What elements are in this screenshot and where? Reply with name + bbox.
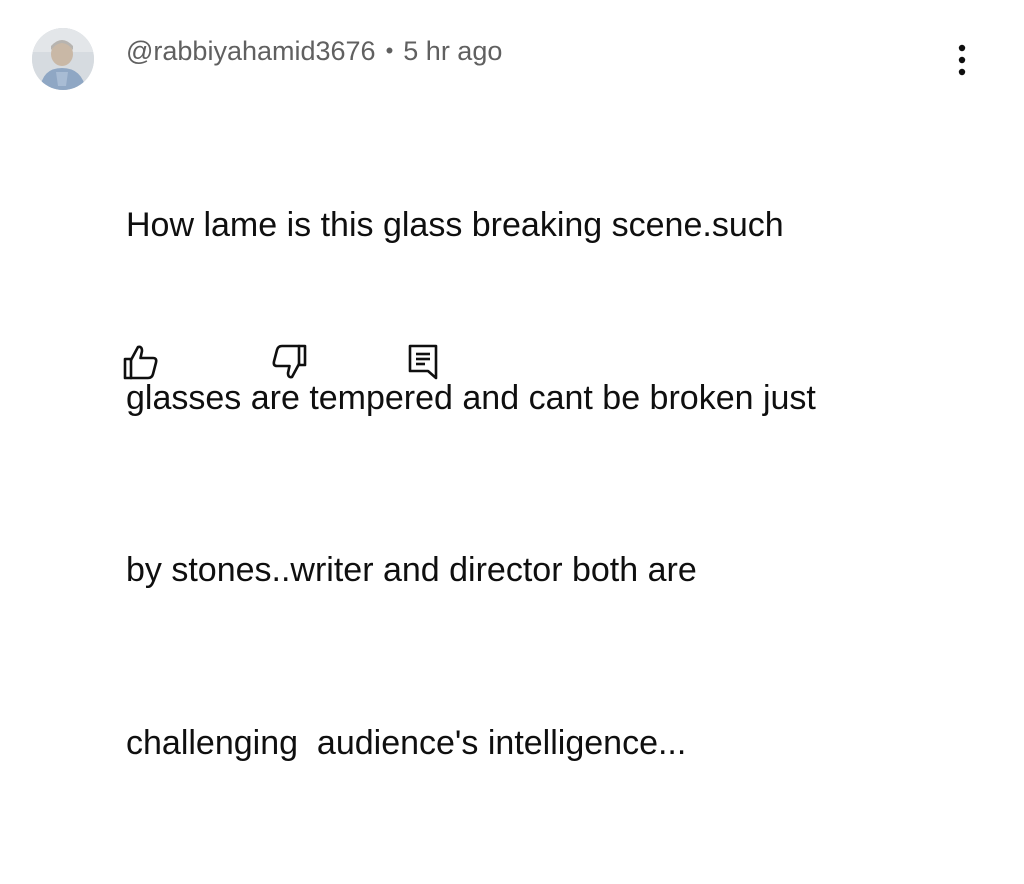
thumbs-down-icon — [272, 344, 307, 379]
comment-text-line: challenging audience's intelligence... — [126, 723, 687, 762]
dislike-button[interactable] — [262, 334, 318, 390]
comment-header: @rabbiyahamid3676 • 5 hr ago — [126, 34, 502, 68]
comment-thread: @rabbiyahamid3676 • 5 hr ago How lame is… — [0, 0, 1024, 762]
avatar-image — [32, 28, 94, 90]
more-vertical-icon — [958, 44, 966, 76]
comment-text-line: by stones..writer and director both are — [126, 551, 697, 589]
separator-dot: • — [385, 38, 394, 63]
like-button[interactable] — [112, 334, 168, 390]
timestamp[interactable]: 5 hr ago — [403, 36, 502, 67]
comment-text-line: glasses are tempered and cant be broken … — [126, 378, 816, 417]
thumbs-up-icon — [123, 345, 158, 380]
author-handle[interactable]: @rabbiyahamid3676 — [126, 36, 376, 67]
comment-text-line: How lame is this glass breaking scene.su… — [126, 206, 784, 244]
comment-text: How lame is this glass breaking scene.su… — [126, 82, 946, 884]
reply-comment-icon — [408, 344, 438, 380]
avatar[interactable] — [32, 28, 94, 90]
reply-button[interactable] — [395, 334, 451, 390]
more-options-button[interactable] — [944, 38, 980, 82]
